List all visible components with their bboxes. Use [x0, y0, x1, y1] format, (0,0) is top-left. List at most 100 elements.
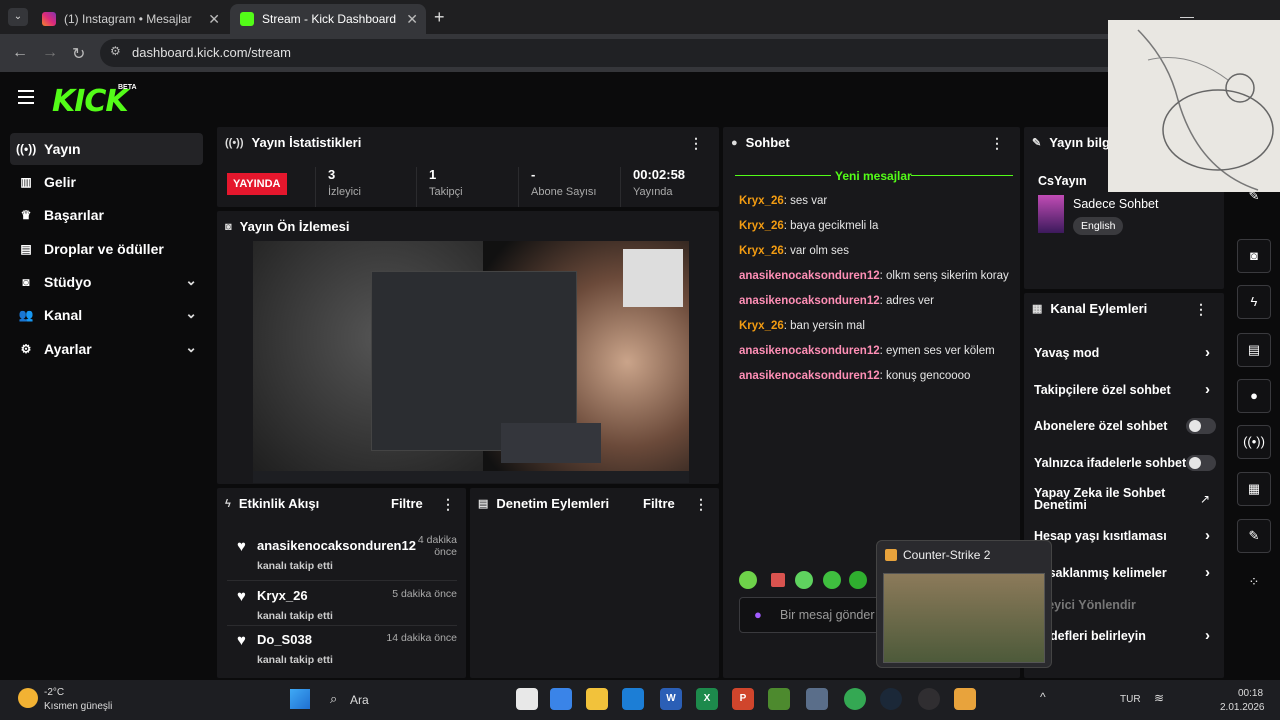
emote-icon[interactable] — [849, 571, 867, 589]
close-icon[interactable]: ✕ — [208, 11, 220, 28]
quick-moderation-button[interactable]: ▤ — [1237, 333, 1271, 367]
start-button[interactable] — [290, 689, 310, 709]
action-followers-only[interactable]: Takipçilere özel sohbet — [1034, 383, 1171, 397]
cs2-taskbar-icon[interactable] — [954, 688, 976, 710]
more-options-icon[interactable]: ⋮ — [694, 496, 708, 513]
quick-actions-button[interactable]: ▦ — [1237, 472, 1271, 506]
sidebar-item-yayin[interactable]: ((•)) Yayın — [10, 133, 203, 165]
chat-username[interactable]: anasikenocaksonduren12 — [739, 295, 880, 307]
folder-icon[interactable] — [586, 688, 608, 710]
chevron-right-icon[interactable]: › — [1205, 527, 1210, 544]
reload-icon[interactable]: ↻ — [72, 44, 85, 64]
chevron-down-icon[interactable]: ⌄ — [185, 272, 197, 289]
tab-list-button[interactable]: ⌄ — [8, 8, 28, 26]
sidebar-item-droplar[interactable]: ▤ Droplar ve ödüller — [10, 233, 203, 265]
emote-icon[interactable] — [823, 571, 841, 589]
taskbar-preview-popup[interactable]: Counter-Strike 2 — [876, 540, 1052, 668]
url-field[interactable]: ⚙ dashboard.kick.com/stream — [100, 39, 1280, 67]
new-tab-button[interactable]: + — [434, 7, 445, 28]
action-account-age[interactable]: Hesap yaşı kısıtlaması — [1034, 529, 1167, 543]
chevron-right-icon[interactable]: › — [1205, 381, 1210, 398]
quick-layout-button[interactable]: ⁘ — [1237, 566, 1271, 600]
close-icon[interactable]: ✕ — [406, 11, 418, 28]
weather-icon[interactable] — [18, 688, 38, 708]
event-user[interactable]: Do_S038 — [257, 632, 312, 647]
language-indicator[interactable]: TUR — [1120, 694, 1141, 705]
minecraft-icon[interactable] — [768, 688, 790, 710]
emote-icon[interactable] — [739, 571, 757, 589]
search-label[interactable]: Ara — [350, 693, 369, 707]
stream-preview-video[interactable] — [253, 241, 689, 483]
sidebar-item-kanal[interactable]: 👥 Kanal ⌄ — [10, 299, 203, 331]
shield-icon: ▦ — [1032, 303, 1043, 315]
chat-username[interactable]: anasikenocaksonduren12 — [739, 370, 880, 382]
forward-icon[interactable]: → — [42, 44, 58, 62]
action-emotes-only[interactable]: Yalnızca ifadelerle sohbet — [1034, 456, 1186, 470]
site-info-icon[interactable]: ⚙ — [110, 44, 121, 58]
clock-time[interactable]: 00:18 — [1238, 688, 1263, 699]
app-icon[interactable] — [806, 688, 828, 710]
wifi-icon[interactable]: ≋ — [1154, 691, 1164, 705]
tab-kick[interactable]: Stream - Kick Dashboard ✕ — [230, 4, 426, 34]
chevron-down-icon[interactable]: ⌄ — [185, 305, 197, 322]
chevron-up-icon[interactable]: ^ — [1040, 690, 1046, 704]
outlook-icon[interactable] — [622, 688, 644, 710]
category-name[interactable]: Sadece Sohbet — [1073, 197, 1159, 211]
external-link-icon[interactable]: ↗ — [1200, 492, 1210, 506]
sidebar-item-gelir[interactable]: ▥ Gelir — [10, 166, 203, 198]
tab-instagram[interactable]: (1) Instagram • Mesajlar ✕ — [32, 4, 228, 34]
divider — [227, 580, 457, 581]
quick-chat-button[interactable]: ● — [1237, 379, 1271, 413]
file-explorer-icon[interactable] — [516, 688, 538, 710]
quick-info-button[interactable]: ✎ — [1237, 519, 1271, 553]
filter-button[interactable]: Filtre — [643, 496, 675, 511]
store-icon[interactable] — [550, 688, 572, 710]
filter-button[interactable]: Filtre — [391, 496, 423, 511]
menu-icon[interactable] — [18, 90, 34, 104]
emote-icon[interactable] — [771, 573, 785, 587]
action-subscribers-only[interactable]: Abonelere özel sohbet — [1034, 419, 1167, 433]
chat-username[interactable]: Kryx_26 — [739, 220, 784, 232]
chevron-down-icon[interactable]: ⌄ — [185, 339, 197, 356]
sidebar-item-studyo[interactable]: ◙ Stüdyo ⌄ — [10, 266, 203, 298]
chat-input-placeholder: Bir mesaj gönder — [780, 608, 875, 622]
word-icon[interactable]: W — [660, 688, 682, 710]
chevron-right-icon[interactable]: › — [1205, 564, 1210, 581]
emote-icon[interactable] — [795, 571, 813, 589]
chat-message: Kryx_26: var olm ses — [739, 245, 849, 257]
chevron-right-icon[interactable]: › — [1205, 627, 1210, 644]
back-icon[interactable]: ← — [12, 44, 28, 62]
excel-icon[interactable]: X — [696, 688, 718, 710]
clock-date[interactable]: 2.01.2026 — [1220, 702, 1265, 713]
more-options-icon[interactable]: ⋮ — [689, 135, 703, 152]
microphone-icon[interactable]: ● — [754, 607, 762, 622]
event-user[interactable]: anasikenocaksonduren12 — [257, 538, 416, 553]
more-options-icon[interactable]: ⋮ — [990, 135, 1004, 152]
quick-preview-button[interactable]: ◙ — [1237, 239, 1271, 273]
chat-username[interactable]: Kryx_26 — [739, 245, 784, 257]
sidebar-item-ayarlar[interactable]: ⚙ Ayarlar ⌄ — [10, 333, 203, 365]
search-icon[interactable]: ⌕ — [330, 691, 337, 707]
steam-icon[interactable] — [880, 688, 902, 710]
chat-username[interactable]: anasikenocaksonduren12 — [739, 270, 880, 282]
chevron-right-icon[interactable]: › — [1205, 344, 1210, 361]
quick-broadcast-button[interactable]: ((•)) — [1237, 425, 1271, 459]
chat-username[interactable]: Kryx_26 — [739, 320, 784, 332]
action-slow-mode[interactable]: Yavaş mod — [1034, 346, 1099, 360]
powerpoint-icon[interactable]: P — [732, 688, 754, 710]
chrome-icon[interactable] — [844, 688, 866, 710]
sidebar-item-basarilar[interactable]: ♛ Başarılar — [10, 199, 203, 231]
obs-icon[interactable] — [918, 688, 940, 710]
more-options-icon[interactable]: ⋮ — [1194, 301, 1208, 318]
chat-username[interactable]: Kryx_26 — [739, 195, 784, 207]
chat-username[interactable]: anasikenocaksonduren12 — [739, 345, 880, 357]
kick-logo[interactable]: KICK — [52, 84, 129, 119]
emotes-only-toggle[interactable] — [1186, 455, 1216, 471]
event-user[interactable]: Kryx_26 — [257, 588, 308, 603]
more-options-icon[interactable]: ⋮ — [441, 496, 455, 513]
action-ai-moderation[interactable]: Yapay Zeka ile Sohbet Denetimi — [1034, 487, 1184, 512]
subscribers-only-toggle[interactable] — [1186, 418, 1216, 434]
broadcast-icon: ((•)) — [16, 142, 37, 156]
action-banned-words[interactable]: Yasaklanmış kelimeler — [1034, 566, 1167, 580]
quick-activity-button[interactable]: ϟ — [1237, 285, 1271, 319]
